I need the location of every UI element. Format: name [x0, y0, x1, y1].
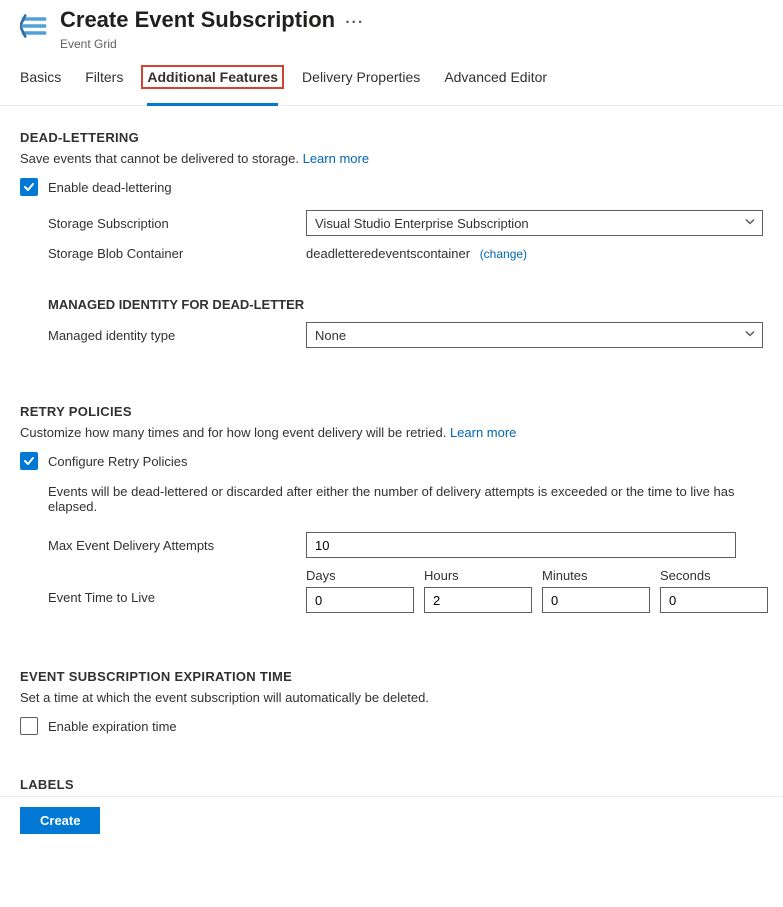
max-attempts-label: Max Event Delivery Attempts [48, 538, 306, 553]
enable-expiration-label: Enable expiration time [48, 719, 177, 734]
section-expiration-desc: Set a time at which the event subscripti… [20, 690, 763, 705]
enable-dead-lettering-checkbox[interactable] [20, 178, 38, 196]
section-retry-title: RETRY POLICIES [20, 404, 763, 419]
enable-expiration-checkbox[interactable] [20, 717, 38, 735]
dead-lettering-learn-more-link[interactable]: Learn more [303, 151, 369, 166]
section-dead-lettering-desc: Save events that cannot be delivered to … [20, 151, 763, 166]
ttl-seconds-input[interactable] [660, 587, 768, 613]
footer-bar: Create [0, 796, 783, 848]
managed-identity-type-select[interactable]: None [306, 322, 763, 348]
max-attempts-input[interactable] [306, 532, 736, 558]
tab-delivery-properties[interactable]: Delivery Properties [302, 69, 420, 105]
storage-subscription-select[interactable]: Visual Studio Enterprise Subscription [306, 210, 763, 236]
ttl-hours-label: Hours [424, 568, 536, 583]
section-expiration-title: EVENT SUBSCRIPTION EXPIRATION TIME [20, 669, 763, 684]
create-button[interactable]: Create [20, 807, 100, 834]
page-subtitle: Event Grid [60, 37, 763, 51]
tab-additional-features[interactable]: Additional Features [147, 69, 278, 105]
section-dead-lettering-title: DEAD-LETTERING [20, 130, 763, 145]
tab-highlight-box: Additional Features [141, 65, 284, 89]
ttl-minutes-input[interactable] [542, 587, 650, 613]
tabs-bar: Basics Filters Additional Features Deliv… [0, 55, 783, 106]
ttl-minutes-label: Minutes [542, 568, 654, 583]
retry-note: Events will be dead-lettered or discarde… [20, 484, 763, 514]
ttl-days-label: Days [306, 568, 418, 583]
section-retry-desc: Customize how many times and for how lon… [20, 425, 763, 440]
enable-dead-lettering-label: Enable dead-lettering [48, 180, 172, 195]
tab-filters[interactable]: Filters [85, 69, 123, 105]
managed-identity-title: MANAGED IDENTITY FOR DEAD-LETTER [20, 297, 763, 312]
configure-retry-checkbox[interactable] [20, 452, 38, 470]
managed-identity-type-label: Managed identity type [48, 328, 306, 343]
configure-retry-label: Configure Retry Policies [48, 454, 187, 469]
storage-subscription-label: Storage Subscription [48, 216, 306, 231]
ttl-days-input[interactable] [306, 587, 414, 613]
ttl-hours-input[interactable] [424, 587, 532, 613]
chevron-down-icon [744, 216, 756, 231]
ttl-label: Event Time to Live [48, 568, 306, 605]
tab-basics[interactable]: Basics [20, 69, 61, 105]
retry-learn-more-link[interactable]: Learn more [450, 425, 516, 440]
event-grid-icon [20, 12, 48, 40]
more-icon[interactable]: ··· [345, 14, 364, 31]
page-title: Create Event Subscription ··· [60, 6, 763, 37]
page-header: Create Event Subscription ··· Event Grid [0, 0, 783, 55]
chevron-down-icon [744, 328, 756, 343]
change-blob-container-link[interactable]: (change) [480, 247, 527, 261]
storage-blob-container-label: Storage Blob Container [48, 246, 306, 261]
section-labels-title: LABELS [20, 777, 763, 792]
storage-blob-container-value: deadletteredeventscontainer [306, 246, 470, 261]
tab-advanced-editor[interactable]: Advanced Editor [444, 69, 547, 105]
ttl-seconds-label: Seconds [660, 568, 772, 583]
